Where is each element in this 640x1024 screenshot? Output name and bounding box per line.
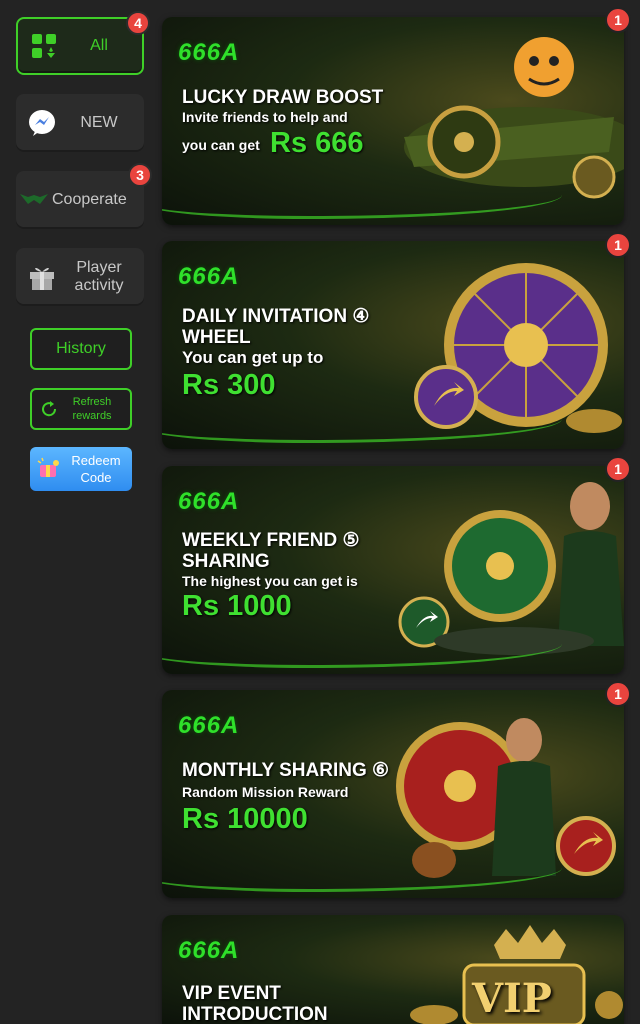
- redeem-gift-icon: [36, 457, 62, 481]
- brand-logo: 666A: [178, 712, 240, 739]
- banner-monthly-sharing[interactable]: 666A MONTHLY SHARING ⑥ Random Mission Re…: [162, 690, 624, 898]
- banner-vip-event-introduction[interactable]: VIP 666A VIP EVENT INTRODUCTION: [162, 915, 624, 1024]
- count-badge: 3: [128, 163, 152, 187]
- notification-badge: 1: [605, 456, 631, 482]
- handshake-icon: [20, 190, 48, 210]
- banner-amount: Rs 10000: [182, 803, 308, 835]
- banner-subtitle: Random Mission Reward: [182, 784, 349, 800]
- sidebar-item-label: Player activity: [74, 259, 124, 294]
- banner-amount: Rs 666: [270, 127, 364, 159]
- brand-logo: 666A: [178, 937, 240, 964]
- banner-title: DAILY INVITATION ④ WHEEL: [182, 306, 370, 348]
- sidebar-item-label: NEW: [80, 114, 118, 131]
- messenger-icon: [24, 108, 60, 138]
- redeem-code-button[interactable]: Redeem Code: [30, 447, 132, 491]
- sidebar-item-player-activity[interactable]: Player activity: [16, 248, 144, 306]
- banner-daily-invitation-wheel[interactable]: 666A DAILY INVITATION ④ WHEEL You can ge…: [162, 241, 624, 449]
- banner-amount: Rs 1000: [182, 590, 292, 622]
- gift-icon: [24, 262, 60, 292]
- banner-subtitle: You can get up to: [182, 348, 324, 367]
- redeem-label: Redeem Code: [71, 453, 121, 485]
- notification-badge: 1: [605, 7, 631, 33]
- refresh-icon: [40, 400, 58, 418]
- count-badge: 4: [126, 11, 150, 35]
- notification-badge: 1: [605, 681, 631, 707]
- brand-logo: 666A: [178, 263, 240, 290]
- brand-logo: 666A: [178, 488, 240, 515]
- sidebar-item-label: All: [90, 37, 108, 54]
- banner-title: LUCKY DRAW BOOST: [182, 87, 384, 108]
- banner-subtitle: Invite friends to help and: [182, 109, 348, 125]
- history-label: History: [56, 340, 106, 357]
- banner-subtitle: The highest you can get is: [182, 573, 358, 589]
- sidebar-item-label: Cooperate: [52, 191, 127, 208]
- brand-logo: 666A: [178, 39, 240, 66]
- banner-title: VIP EVENT INTRODUCTION: [182, 983, 328, 1024]
- sidebar-item-new[interactable]: NEW: [16, 94, 144, 152]
- refresh-label: Refresh rewards: [72, 396, 112, 422]
- notification-badge: 1: [605, 232, 631, 258]
- banner-weekly-friend-sharing[interactable]: 666A WEEKLY FRIEND ⑤ SHARING The highest…: [162, 466, 624, 674]
- history-button[interactable]: History: [30, 328, 132, 370]
- banner-lucky-draw-boost[interactable]: 666A LUCKY DRAW BOOST Invite friends to …: [162, 17, 624, 225]
- refresh-rewards-button[interactable]: Refresh rewards: [30, 388, 132, 430]
- banner-title: MONTHLY SHARING ⑥: [182, 760, 390, 781]
- banner-amount: Rs 300: [182, 369, 276, 401]
- banner-prefix: you can get: [182, 137, 260, 153]
- banner-title: WEEKLY FRIEND ⑤ SHARING: [182, 530, 360, 572]
- vip-art-text: VIP: [472, 975, 552, 1022]
- sidebar-item-all[interactable]: All 4: [16, 11, 150, 75]
- sidebar-item-cooperate[interactable]: Cooperate 3: [16, 163, 152, 229]
- grid-icon: [26, 33, 62, 59]
